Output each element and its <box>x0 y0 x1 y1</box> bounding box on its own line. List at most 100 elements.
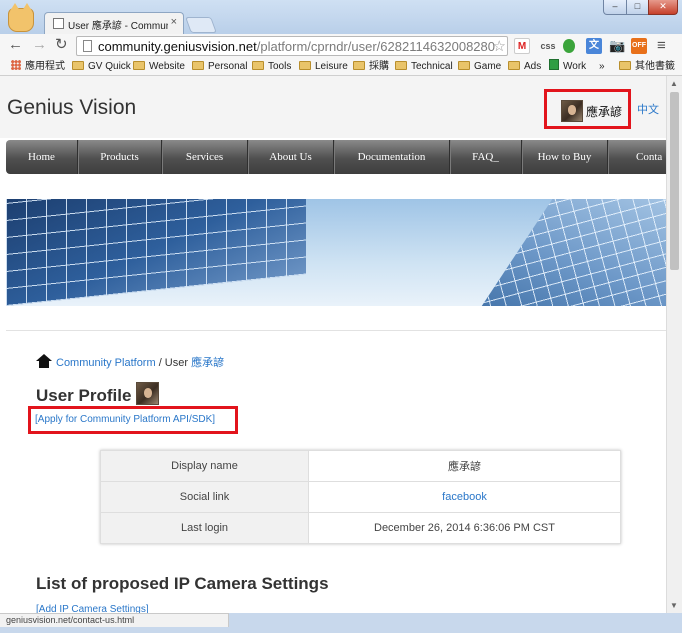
apps-grid-icon <box>11 60 21 70</box>
language-switch-link[interactable]: 中文 <box>637 101 659 117</box>
bookmark-technical[interactable]: Technical <box>395 59 453 74</box>
url-text[interactable]: community.geniusvision.net/platform/cprn… <box>98 39 495 54</box>
nav-faq[interactable]: FAQ_ <box>450 140 522 174</box>
bookmark-gv-quick[interactable]: GV Quick <box>72 59 131 74</box>
page-viewport: Genius Vision 應承諺 中文 Home Products Servi… <box>0 76 666 613</box>
social-link-label: Social link <box>100 481 309 513</box>
facebook-link[interactable]: facebook <box>442 491 487 503</box>
bookmark-label: Technical <box>411 61 453 72</box>
page-title-text: User Profile <box>36 386 132 405</box>
site-header: Genius Vision 應承諺 中文 <box>0 76 666 138</box>
glass-building-right <box>473 199 666 306</box>
window-minimize-button[interactable]: – <box>603 0 627 15</box>
breadcrumb-user-link[interactable]: 應承諺 <box>191 357 224 369</box>
spreadsheet-icon <box>549 59 559 70</box>
scroll-down-arrow-icon[interactable]: ▼ <box>670 601 678 610</box>
bookmark-star-icon[interactable]: ☆ <box>493 37 506 55</box>
breadcrumb-community-link[interactable]: Community Platform <box>56 357 156 369</box>
bookmark-work[interactable]: Work <box>549 59 586 74</box>
forward-arrow-icon[interactable]: → <box>32 36 47 54</box>
nav-products[interactable]: Products <box>78 140 162 174</box>
bookmark-tools[interactable]: Tools <box>252 59 291 74</box>
user-avatar[interactable] <box>561 100 583 122</box>
folder-icon <box>395 61 407 70</box>
content-divider <box>6 330 666 331</box>
bookmark-apps[interactable]: 應用程式 <box>11 59 65 74</box>
main-nav: Home Products Services About Us Document… <box>6 140 666 174</box>
page-scrollbar[interactable]: ▲ ▼ <box>666 76 682 613</box>
page-title: User Profile <box>36 382 160 406</box>
nav-services[interactable]: Services <box>162 140 248 174</box>
site-logo[interactable]: Genius Vision <box>7 96 136 120</box>
folder-icon <box>353 61 365 70</box>
glass-building-left <box>6 199 306 306</box>
folder-icon <box>133 61 145 70</box>
bookmark-label: GV Quick <box>88 61 131 72</box>
nav-contact[interactable]: Conta <box>608 140 666 174</box>
screenshot-extension-icon[interactable]: 📷 <box>609 38 625 54</box>
bookmark-other[interactable]: 其他書籤 <box>619 59 675 74</box>
home-icon[interactable] <box>36 354 52 368</box>
window-maximize-button[interactable]: □ <box>626 0 649 15</box>
profile-avatar <box>136 382 160 405</box>
tab-close-icon[interactable]: × <box>171 16 177 28</box>
bookmark-label: Tools <box>268 61 292 72</box>
bookmark-purchase[interactable]: 採購 <box>353 59 389 74</box>
ip-camera-settings-title: List of proposed IP Camera Settings <box>36 574 329 593</box>
folder-icon <box>252 61 264 70</box>
last-login-value: December 26, 2014 6:36:06 PM CST <box>308 512 621 544</box>
display-name-label: Display name <box>100 450 309 482</box>
adblock-extension-icon[interactable]: OFF <box>631 38 647 54</box>
browser-menu-icon[interactable]: ≡ <box>657 37 666 54</box>
bookmark-label: Ads <box>524 61 542 72</box>
cat-avatar-icon[interactable] <box>8 3 34 32</box>
hero-banner-image <box>6 199 666 306</box>
back-arrow-icon[interactable]: ← <box>8 36 23 54</box>
bookmark-label: Game <box>474 61 502 72</box>
nav-documentation[interactable]: Documentation <box>334 140 450 174</box>
gmail-extension-icon[interactable]: M <box>514 38 530 54</box>
browser-titlebar: User 應承諺 - Community × – □ ✕ <box>0 0 682 34</box>
nav-home[interactable]: Home <box>6 140 78 174</box>
nav-about-us[interactable]: About Us <box>248 140 334 174</box>
translate-extension-icon[interactable]: 文 <box>586 38 602 54</box>
address-bar[interactable]: community.geniusvision.net/platform/cprn… <box>76 36 508 56</box>
apply-api-sdk-link[interactable]: [Apply for Community Platform API/SDK] <box>35 414 215 425</box>
nav-how-to-buy[interactable]: How to Buy <box>522 140 608 174</box>
folder-icon <box>299 61 311 70</box>
bookmark-label: 其他書籤 <box>635 61 675 72</box>
bookmark-label: Website <box>149 61 185 72</box>
bookmark-label: Leisure <box>315 61 348 72</box>
bookmarks-overflow[interactable]: » <box>599 59 605 74</box>
page-favicon-icon <box>53 18 64 29</box>
new-tab-button[interactable] <box>185 17 217 33</box>
table-row: Display name 應承諺 <box>100 450 621 482</box>
evernote-extension-icon[interactable] <box>563 39 575 53</box>
window-close-button[interactable]: ✕ <box>648 0 678 15</box>
scroll-up-arrow-icon[interactable]: ▲ <box>670 79 678 88</box>
user-account-highlight: 應承諺 <box>544 89 631 129</box>
bookmark-label: 採購 <box>369 61 389 72</box>
css-extension-icon[interactable]: css <box>538 38 558 54</box>
social-link-value: facebook <box>308 481 621 513</box>
folder-icon <box>619 61 631 70</box>
browser-toolbar: ← → ↻ community.geniusvision.net/platfor… <box>0 34 682 58</box>
breadcrumb-separator: / User <box>155 357 192 369</box>
add-ip-camera-settings-link[interactable]: [Add IP Camera Settings] <box>36 604 149 613</box>
browser-tab[interactable]: User 應承諺 - Community × <box>44 12 184 34</box>
folder-icon <box>458 61 470 70</box>
bookmark-personal[interactable]: Personal <box>192 59 247 74</box>
tab-title: User 應承諺 - Community <box>68 21 168 32</box>
bookmark-ads[interactable]: Ads <box>508 59 541 74</box>
bookmark-leisure[interactable]: Leisure <box>299 59 348 74</box>
bookmark-label: Personal <box>208 61 248 72</box>
bookmark-game[interactable]: Game <box>458 59 501 74</box>
reload-icon[interactable]: ↻ <box>55 36 68 54</box>
bookmark-label: Work <box>563 61 587 72</box>
window-frame-bottom <box>0 627 682 633</box>
bookmark-website[interactable]: Website <box>133 59 185 74</box>
scrollbar-thumb[interactable] <box>670 92 679 270</box>
url-path: /platform/cprndr/user/6282114632008280 <box>256 39 495 54</box>
user-name-link[interactable]: 應承諺 <box>586 103 622 120</box>
status-bar: geniusvision.net/contact-us.html <box>0 613 229 627</box>
